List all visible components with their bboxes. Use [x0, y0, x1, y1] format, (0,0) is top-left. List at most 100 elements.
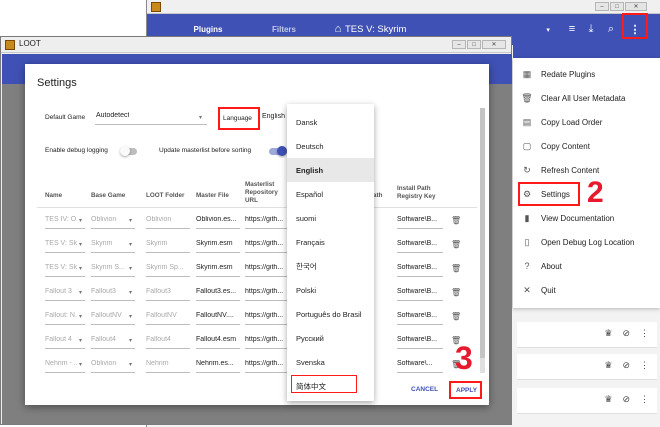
- language-option[interactable]: suomi: [287, 206, 374, 230]
- attachment-icon: ⊘: [622, 394, 630, 404]
- delete-row-icon[interactable]: 🗑: [451, 288, 461, 297]
- loot-logo-icon: [151, 2, 161, 12]
- language-option[interactable]: Dansk: [287, 110, 374, 134]
- menu-item-about[interactable]: ? About: [513, 254, 660, 278]
- table-cell-url[interactable]: https://gith...: [245, 240, 289, 247]
- language-option[interactable]: Français: [287, 230, 374, 254]
- table-cell-url[interactable]: https://gith...: [245, 288, 289, 295]
- update-masterlist-toggle[interactable]: [268, 146, 288, 158]
- table-cell-master[interactable]: Fallout4.esm: [196, 336, 240, 343]
- table-cell-folder: Fallout3: [146, 288, 171, 295]
- cancel-button[interactable]: CANCEL: [411, 386, 438, 393]
- menu-item-label: Clear All User Metadata: [541, 93, 626, 103]
- delete-row-icon[interactable]: 🗑: [451, 264, 461, 273]
- maximize-button[interactable]: □: [467, 40, 481, 49]
- language-select[interactable]: English: [262, 113, 285, 120]
- table-cell-base: Oblivion: [91, 360, 117, 367]
- table-cell-url[interactable]: https://gith...: [245, 312, 289, 319]
- table-cell-reg[interactable]: Software\B...: [397, 312, 443, 319]
- table-cell-reg[interactable]: Software\B...: [397, 336, 443, 343]
- more-vert-icon[interactable]: ⋮: [640, 360, 649, 371]
- header-divider: [37, 207, 477, 208]
- more-vert-icon[interactable]: ⋮: [640, 328, 649, 339]
- table-cell-master[interactable]: Skyrim.esm: [196, 240, 240, 247]
- dialog-scrollbar-thumb[interactable]: [480, 108, 485, 358]
- table-cell-reg[interactable]: Software\B...: [397, 288, 443, 295]
- language-option[interactable]: 한국어: [287, 254, 374, 278]
- minimize-button[interactable]: –: [595, 2, 609, 11]
- minimize-button[interactable]: –: [452, 40, 466, 49]
- chevron-down-icon: ▾: [79, 338, 83, 344]
- table-cell-reg[interactable]: Software\B...: [397, 216, 443, 223]
- menu-item-copy-load-order[interactable]: ▤ Copy Load Order: [513, 110, 660, 134]
- column-header-base-game: Base Game: [91, 192, 126, 199]
- delete-row-icon[interactable]: 🗑: [451, 216, 461, 225]
- column-header-master-file: Master File: [196, 192, 229, 199]
- download-icon[interactable]: ⤓: [584, 22, 598, 36]
- table-cell-reg[interactable]: Software\B...: [397, 264, 443, 271]
- close-window-button[interactable]: ✕: [625, 2, 647, 11]
- chevron-down-icon: ▾: [79, 266, 83, 272]
- clipboard-icon: ▢: [522, 140, 532, 151]
- attachment-icon: ⊘: [622, 360, 630, 370]
- sort-icon[interactable]: ≡: [565, 22, 579, 36]
- chevron-down-icon: ▾: [129, 362, 133, 368]
- language-option[interactable]: Deutsch: [287, 134, 374, 158]
- table-cell-reg[interactable]: Software\...: [397, 360, 443, 367]
- chevron-down-icon: ▾: [129, 218, 133, 224]
- language-option[interactable]: Português do Brasil: [287, 302, 374, 326]
- close-window-button[interactable]: ✕: [482, 40, 506, 49]
- table-cell-master[interactable]: Nehrim.es...: [196, 360, 240, 367]
- menu-item-label: Open Debug Log Location: [541, 237, 635, 247]
- language-option[interactable]: Polski: [287, 278, 374, 302]
- language-option[interactable]: Svenska: [287, 350, 374, 374]
- language-dropdown-list: Dansk Deutsch English Español suomi Fran…: [287, 104, 374, 401]
- apply-highlight: [449, 381, 482, 399]
- list-icon: ▤: [522, 116, 532, 127]
- debug-logging-toggle[interactable]: [120, 146, 138, 158]
- table-cell-base: Oblivion: [91, 216, 117, 223]
- menu-item-debug-log[interactable]: ▯ Open Debug Log Location: [513, 230, 660, 254]
- main-window-titlebar: – □ ✕: [147, 0, 660, 14]
- column-header-install-path: ath: [373, 192, 383, 199]
- table-cell-master[interactable]: Skyrim.esm: [196, 264, 240, 271]
- maximize-button[interactable]: □: [610, 2, 624, 11]
- table-cell-master[interactable]: FalloutNV....: [196, 312, 240, 319]
- table-cell-url[interactable]: https://gith...: [245, 360, 289, 367]
- help-icon: ?: [524, 261, 530, 271]
- table-cell-url[interactable]: https://gith...: [245, 264, 289, 271]
- language-option[interactable]: Español: [287, 182, 374, 206]
- table-cell-url[interactable]: https://gith...: [245, 336, 289, 343]
- more-vert-icon[interactable]: ⋮: [640, 394, 649, 405]
- menu-item-clear-metadata[interactable]: 🗑 Clear All User Metadata: [513, 86, 660, 110]
- menu-item-copy-content[interactable]: ▢ Copy Content: [513, 134, 660, 158]
- menu-item-redate[interactable]: ▦ Redate Plugins: [513, 62, 660, 86]
- language-highlight: [218, 107, 260, 130]
- settings-highlight: [518, 182, 580, 206]
- table-cell-master[interactable]: Oblivion.es...: [196, 216, 240, 223]
- game-title: TES V: Skyrim: [345, 24, 407, 35]
- language-option[interactable]: Русский: [287, 326, 374, 350]
- menu-item-label: Copy Load Order: [541, 117, 603, 127]
- delete-row-icon[interactable]: 🗑: [451, 240, 461, 249]
- plugin-card[interactable]: ♛ ⊘ ⋮: [517, 354, 657, 380]
- table-cell-name: Nehrim - ...: [45, 360, 77, 367]
- chevron-down-icon: ▾: [79, 314, 83, 320]
- table-cell-master[interactable]: Fallout3.es...: [196, 288, 240, 295]
- plugin-card[interactable]: ♛ ⊘ ⋮: [517, 388, 657, 414]
- table-cell-name: Fallout: N...: [45, 312, 77, 319]
- plugin-card[interactable]: ♛ ⊘ ⋮: [517, 322, 657, 348]
- chevron-down-icon: ▾: [79, 242, 83, 248]
- table-cell-url[interactable]: https://gith...: [245, 216, 289, 223]
- table-cell-reg[interactable]: Software\B...: [397, 240, 443, 247]
- table-cell-base: Fallout3: [91, 288, 116, 295]
- language-option-selected[interactable]: English: [287, 158, 374, 182]
- table-cell-base: Fallout4: [91, 336, 116, 343]
- menu-item-label: Redate Plugins: [541, 69, 596, 79]
- close-icon: ✕: [523, 284, 531, 295]
- search-icon[interactable]: ⌕: [604, 22, 618, 36]
- menu-item-quit[interactable]: ✕ Quit: [513, 278, 660, 302]
- default-game-select[interactable]: Autodetect ▾: [95, 109, 207, 125]
- calendar-icon: ▦: [522, 68, 532, 79]
- delete-row-icon[interactable]: 🗑: [451, 312, 461, 321]
